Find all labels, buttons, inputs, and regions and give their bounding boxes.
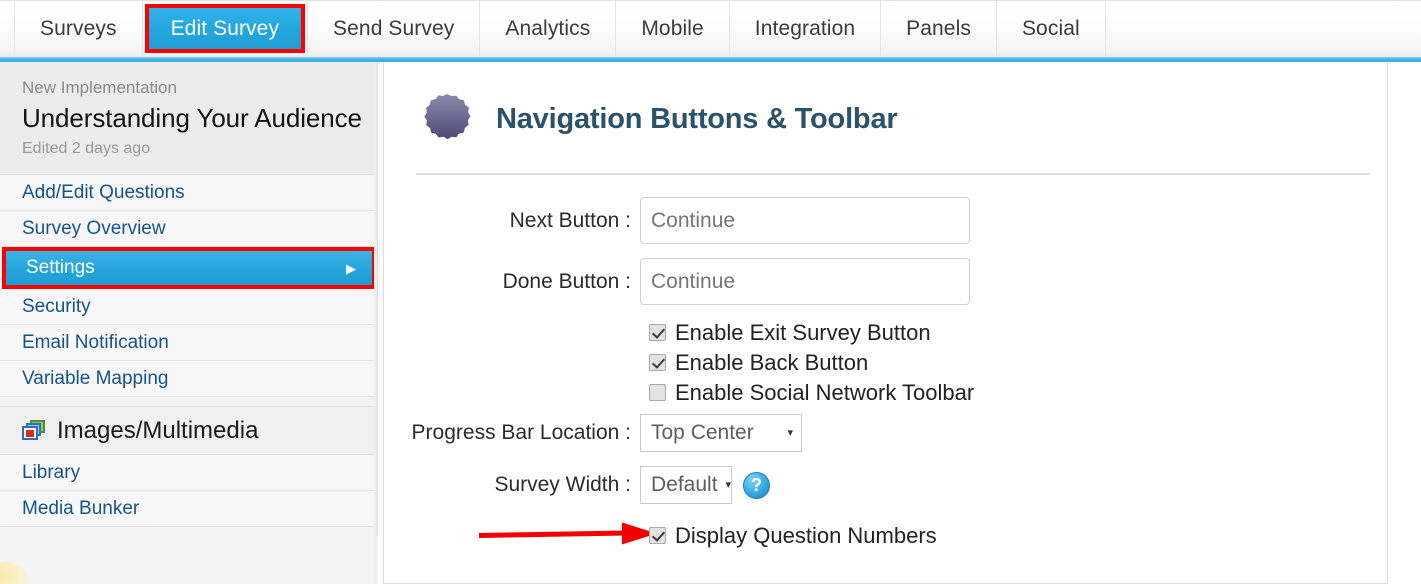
- sidebar-section-label: Images/Multimedia: [57, 416, 259, 444]
- sidebar-survey-title: Understanding Your Audience: [22, 102, 362, 133]
- checkbox-enable-back-button[interactable]: [649, 354, 666, 371]
- main-content-panel: Navigation Buttons & Toolbar Next Button…: [383, 62, 1388, 584]
- tab-label: Social: [1021, 17, 1080, 40]
- checkbox-label: Enable Exit Survey Button: [675, 319, 931, 345]
- sidebar-item-label: Survey Overview: [22, 217, 166, 239]
- tab-edit-survey-highlight-box: Edit Survey: [144, 4, 306, 53]
- sidebar-item-settings[interactable]: Settings ▶: [0, 247, 377, 290]
- help-icon[interactable]: ?: [743, 471, 770, 499]
- checkbox-row-display-question-numbers[interactable]: Display Question Numbers: [649, 522, 937, 549]
- sidebar-item-label: Media Bunker: [22, 497, 140, 519]
- field-row-progress-bar-location: Progress Bar Location : Top Center ▾: [384, 414, 1387, 452]
- field-row-next-button: Next Button :: [384, 197, 1387, 244]
- sidebar-item-label: Library: [22, 461, 81, 483]
- chevron-down-icon: ▾: [787, 426, 793, 439]
- checkbox-enable-exit-survey[interactable]: [649, 324, 666, 341]
- content-header: Navigation Buttons & Toolbar: [384, 62, 1387, 150]
- tab-surveys[interactable]: Surveys: [14, 1, 143, 57]
- done-button-input[interactable]: [640, 258, 970, 305]
- sidebar-item-media-bunker[interactable]: Media Bunker: [0, 491, 377, 528]
- sidebar-divider: [0, 397, 377, 408]
- sidebar-item-survey-overview[interactable]: Survey Overview: [0, 211, 377, 248]
- checkbox-row-enable-social-network-toolbar[interactable]: Enable Social Network Toolbar: [649, 379, 1387, 406]
- tab-label: Panels: [906, 17, 971, 40]
- sidebar-item-add-edit-questions[interactable]: Add/Edit Questions: [0, 175, 377, 212]
- sidebar-project-label: New Implementation: [22, 78, 177, 97]
- annotation-arrow-icon: [477, 519, 662, 552]
- tab-analytics[interactable]: Analytics: [480, 1, 617, 57]
- sidebar-survey-header: New Implementation Understanding Your Au…: [0, 62, 377, 176]
- select-value: Top Center: [651, 421, 754, 444]
- done-button-label: Done Button :: [502, 269, 631, 293]
- checkbox-row-enable-back-button[interactable]: Enable Back Button: [649, 349, 1387, 376]
- sidebar-settings-highlight-box: Settings ▶: [2, 247, 376, 290]
- sidebar-settings-inner: Settings ▶: [6, 251, 372, 286]
- sidebar-edited-text: Edited 2 days ago: [22, 139, 151, 157]
- field-row-done-button: Done Button :: [384, 258, 1387, 305]
- tab-label: Integration: [754, 17, 856, 40]
- checkbox-label: Display Question Numbers: [675, 522, 937, 548]
- checkbox-display-question-numbers[interactable]: [649, 527, 666, 544]
- survey-width-label: Survey Width :: [494, 473, 631, 496]
- decorative-yellow-circle: [0, 562, 30, 584]
- sidebar-item-label: Variable Mapping: [22, 367, 169, 389]
- toolbar-checkbox-group: Enable Exit Survey Button Enable Back Bu…: [384, 319, 1387, 406]
- tab-label: Send Survey: [333, 17, 455, 40]
- sidebar-item-label: Email Notification: [22, 331, 169, 353]
- tab-label: Analytics: [505, 17, 591, 40]
- sidebar-item-security[interactable]: Security: [0, 289, 377, 326]
- next-button-label: Next Button :: [509, 208, 631, 232]
- next-button-input[interactable]: [640, 197, 970, 244]
- field-row-display-question-numbers: Display Question Numbers: [384, 522, 1387, 549]
- select-value: Default: [651, 473, 718, 496]
- tab-label: Edit Survey: [148, 8, 302, 49]
- tab-integration[interactable]: Integration: [730, 1, 882, 57]
- tab-edit-survey[interactable]: Edit Survey: [143, 1, 309, 57]
- sidebar-section-images-multimedia[interactable]: Images/Multimedia: [0, 407, 377, 456]
- sidebar-scrollbar[interactable]: [374, 62, 377, 584]
- chevron-down-icon: ▾: [725, 478, 732, 491]
- checkbox-row-enable-exit-survey[interactable]: Enable Exit Survey Button: [649, 319, 1387, 346]
- settings-form: Next Button : Done Button : Enable Exit …: [384, 175, 1387, 549]
- sidebar-item-library[interactable]: Library: [0, 455, 377, 492]
- tab-send-survey[interactable]: Send Survey: [308, 1, 481, 57]
- sidebar: New Implementation Understanding Your Au…: [0, 62, 378, 584]
- tab-mobile[interactable]: Mobile: [616, 1, 730, 57]
- survey-width-select[interactable]: Default ▾: [640, 466, 732, 504]
- sidebar-footer-space: [0, 536, 378, 584]
- progress-bar-location-label: Progress Bar Location :: [411, 421, 631, 444]
- images-multimedia-icon: [22, 419, 46, 442]
- app-root: Surveys Edit Survey Send Survey Analytic…: [0, 0, 1421, 584]
- checkbox-label: Enable Back Button: [675, 349, 869, 375]
- progress-bar-location-select[interactable]: Top Center ▾: [640, 414, 802, 452]
- sidebar-item-email-notification[interactable]: Email Notification: [0, 325, 377, 362]
- field-row-survey-width: Survey Width : Default ▾ ?: [384, 466, 1387, 504]
- sidebar-item-label: Security: [22, 295, 91, 317]
- sidebar-item-variable-mapping[interactable]: Variable Mapping: [0, 361, 377, 398]
- sidebar-item-label: Settings: [26, 257, 95, 279]
- tab-panels[interactable]: Panels: [881, 1, 997, 57]
- sidebar-item-label: Add/Edit Questions: [22, 181, 185, 203]
- checkbox-enable-social-network-toolbar[interactable]: [649, 384, 666, 401]
- body-area: New Implementation Understanding Your Au…: [0, 62, 1421, 584]
- tab-social[interactable]: Social: [997, 1, 1106, 57]
- chevron-right-icon: ▶: [346, 260, 356, 276]
- tab-label: Surveys: [40, 17, 117, 40]
- tab-label: Mobile: [641, 17, 704, 40]
- checkbox-label: Enable Social Network Toolbar: [675, 379, 975, 405]
- purple-starburst-badge-icon: [416, 88, 478, 150]
- page-title: Navigation Buttons & Toolbar: [496, 102, 898, 135]
- top-navigation-bar: Surveys Edit Survey Send Survey Analytic…: [0, 0, 1421, 57]
